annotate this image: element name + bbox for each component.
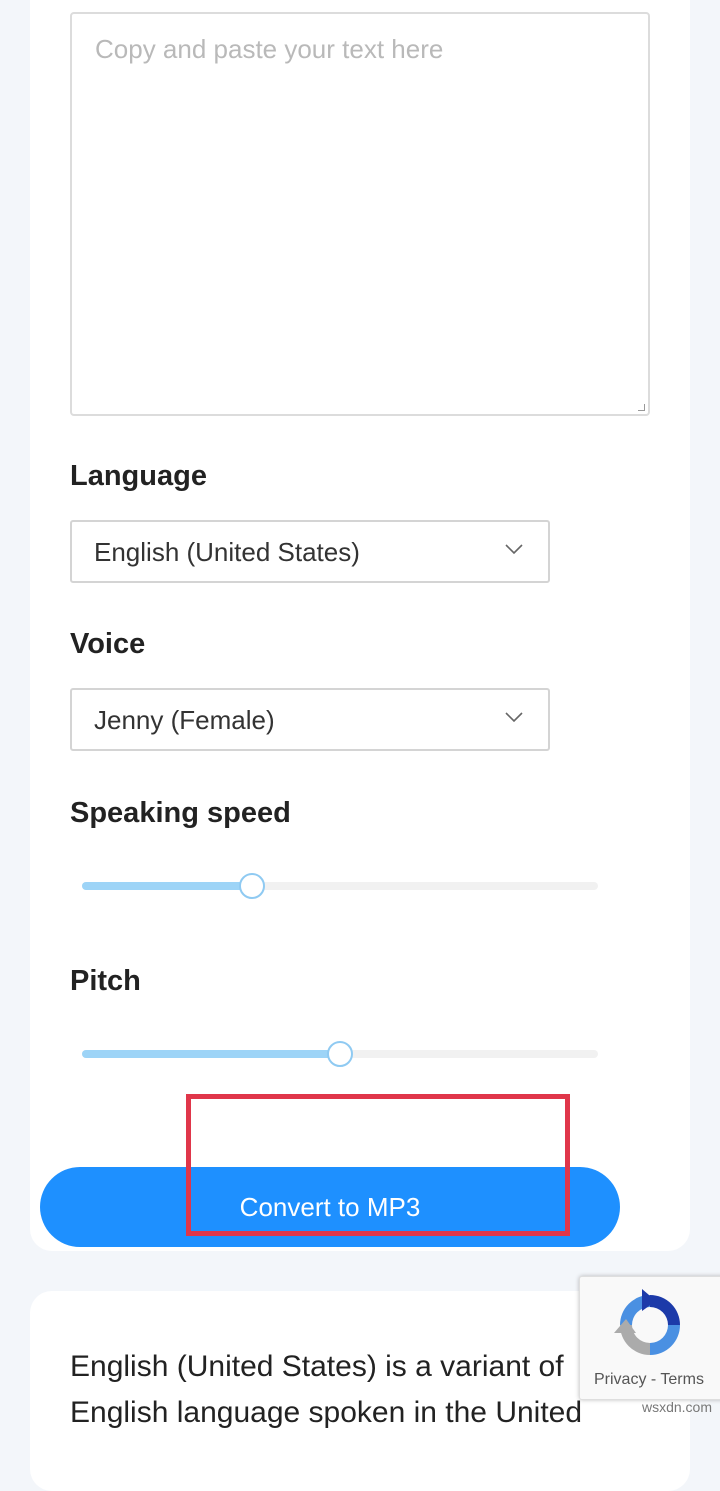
recaptcha-badge[interactable]: Privacy - Terms xyxy=(579,1276,720,1400)
highlight-annotation-box xyxy=(186,1094,570,1236)
slider-fill xyxy=(82,1050,340,1058)
privacy-link[interactable]: Privacy xyxy=(594,1371,646,1388)
speaking-speed-slider[interactable] xyxy=(82,871,598,901)
pitch-slider[interactable] xyxy=(82,1039,598,1069)
chevron-down-icon xyxy=(505,544,523,555)
slider-thumb[interactable] xyxy=(327,1041,353,1067)
text-input-area[interactable]: Copy and paste your text here xyxy=(70,12,650,416)
chevron-down-icon xyxy=(505,712,523,723)
recaptcha-links: Privacy - Terms xyxy=(594,1371,704,1389)
pitch-label: Pitch xyxy=(70,965,141,997)
terms-link[interactable]: Terms xyxy=(660,1371,704,1388)
voice-label: Voice xyxy=(70,628,146,660)
watermark-text: wsxdn.com xyxy=(641,1399,712,1415)
slider-thumb[interactable] xyxy=(239,873,266,899)
language-selected-value: English (United States) xyxy=(94,537,360,567)
converter-card: Copy and paste your text here Language E… xyxy=(30,0,690,1251)
language-label: Language xyxy=(70,460,207,492)
resize-handle-icon[interactable] xyxy=(638,404,645,411)
voice-select[interactable]: Jenny (Female) xyxy=(70,688,550,751)
link-separator: - xyxy=(650,1371,657,1388)
recaptcha-logo-icon xyxy=(614,1289,680,1355)
speaking-speed-label: Speaking speed xyxy=(70,797,291,829)
voice-selected-value: Jenny (Female) xyxy=(94,705,275,735)
slider-fill xyxy=(82,882,253,890)
language-select[interactable]: English (United States) xyxy=(70,520,550,583)
text-input-placeholder: Copy and paste your text here xyxy=(95,34,444,64)
